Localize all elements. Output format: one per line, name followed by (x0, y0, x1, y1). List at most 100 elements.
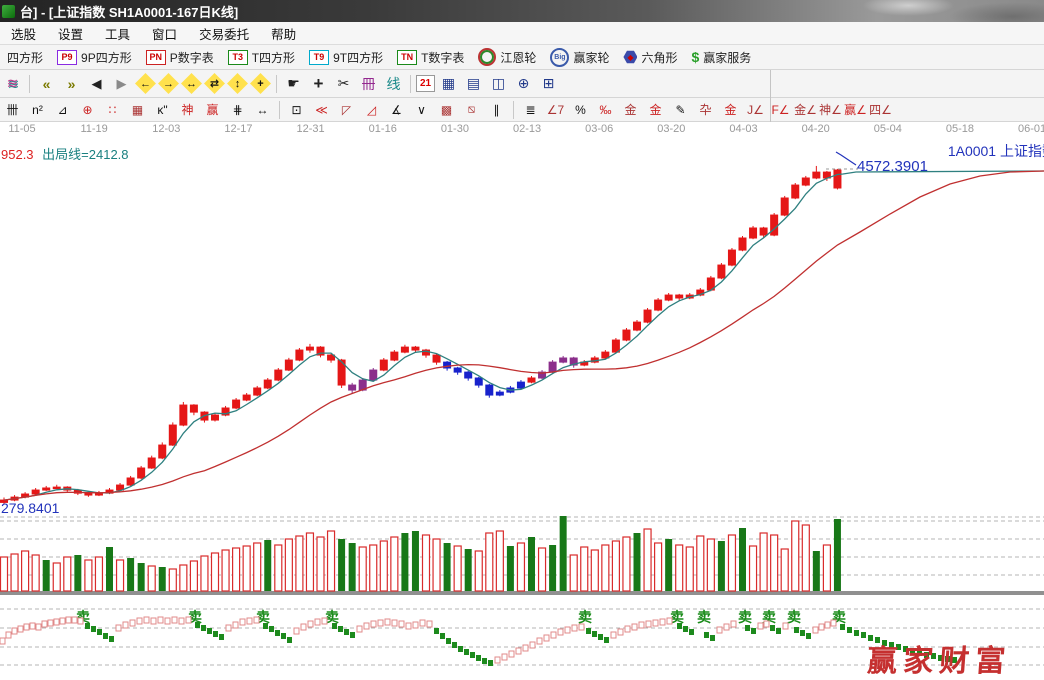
gann-fan-tool[interactable]: ≪ (309, 101, 334, 119)
ying-lines-tool[interactable]: 赢 (200, 101, 225, 119)
9p-square-button[interactable]: P99P四方形 (50, 45, 139, 69)
brush-tool[interactable]: ✎ (668, 101, 693, 119)
kline-plot[interactable]: 卖卖卖卖卖卖卖卖卖卖卖 (0, 138, 1044, 680)
menu-stock-picking[interactable]: 选股 (0, 22, 47, 44)
wave-mark (42, 621, 47, 627)
sell-signal-label: 卖 (738, 609, 752, 625)
trend-line-tool-button[interactable]: 线 (382, 74, 405, 94)
expand-h-button[interactable]: ↔ (181, 73, 202, 94)
square-chart-button[interactable]: 四方形 (0, 45, 50, 69)
wave-mark (123, 622, 128, 628)
winner-service-button[interactable]: $赢家服务 (684, 45, 758, 69)
volume-bar (813, 551, 820, 591)
gold-lines-tool[interactable]: 金 (643, 101, 668, 119)
grid-dot-tool[interactable]: ▩ (434, 101, 459, 119)
prev-bar-button[interactable]: ◀ (85, 74, 108, 94)
hand-tool-button[interactable]: ☛ (282, 74, 305, 94)
gann-box2-tool[interactable]: 卆 (693, 101, 718, 119)
f-angle-tool[interactable]: F∠ (768, 101, 793, 119)
wave-mark (495, 657, 500, 663)
compress-h-button[interactable]: ⇄ (204, 73, 225, 94)
shen-angle-tool[interactable]: 神∠ (818, 101, 843, 119)
percent-tool[interactable]: % (568, 101, 593, 119)
wave-mark (263, 623, 268, 629)
chart-lines-icon[interactable]: ≋ (1, 74, 24, 94)
calculator-button[interactable]: ▦ (437, 74, 460, 94)
menu-help[interactable]: 帮助 (260, 22, 307, 44)
gold-angle-tool[interactable]: 金∠ (793, 101, 818, 119)
t-number-table-button[interactable]: TNT数字表 (390, 45, 471, 69)
k-mark-tool[interactable]: ĸ" (150, 101, 175, 119)
print-button[interactable]: ⊞ (537, 74, 560, 94)
fan-fill-tool[interactable]: ◿ (359, 101, 384, 119)
calendar-button[interactable]: 21 (416, 75, 435, 92)
next-bar-button[interactable]: ▶ (110, 74, 133, 94)
parallel-lines-tool[interactable]: ∥ (484, 101, 509, 119)
p-number-table-button[interactable]: PNP数字表 (139, 45, 221, 69)
zigzag-tool[interactable]: ∨ (409, 101, 434, 119)
wave-mark (371, 621, 376, 627)
hexagon-button[interactable]: ◆六角形 (616, 45, 684, 69)
wave-mark (717, 627, 722, 633)
comb-tool[interactable]: 卌 (0, 101, 25, 119)
shift-right-button[interactable]: → (158, 73, 179, 94)
wave-mark (516, 648, 521, 654)
wave-mark (332, 623, 337, 629)
wave-mark (294, 628, 299, 634)
gold-underline-tool[interactable]: 金 (718, 101, 743, 119)
scale-list-tool[interactable]: ≣ (518, 101, 543, 119)
toolbar-separator (29, 75, 30, 93)
box-grid-tool[interactable]: ▦ (125, 101, 150, 119)
zoom-all-button[interactable]: + (250, 73, 271, 94)
candle-body (802, 178, 809, 185)
gann-circle-tool[interactable]: ⊕ (75, 101, 100, 119)
shen-lines-tool[interactable]: 神 (175, 101, 200, 119)
gann-pattern-tool-button[interactable]: 冊 (357, 74, 380, 94)
date-axis: 11-0511-1912-0312-1712-3101-1601-3002-13… (0, 122, 1044, 139)
menu-tools[interactable]: 工具 (94, 22, 141, 44)
wave-mark (502, 654, 507, 660)
wave-mark (179, 618, 184, 624)
first-bar-button[interactable]: « (35, 74, 58, 94)
last-bar-button[interactable]: » (60, 74, 83, 94)
wave-mark (6, 632, 11, 638)
t-square-button[interactable]: T3T四方形 (221, 45, 302, 69)
winner-service-button-label: 赢家服务 (703, 49, 751, 66)
comb-n2-tool[interactable]: n² (25, 101, 50, 119)
shift-left-button[interactable]: ← (135, 73, 156, 94)
si-angle-tool[interactable]: 四∠ (868, 101, 893, 119)
notes-button[interactable]: ▤ (462, 74, 485, 94)
percent-lines-tool[interactable]: ‰ (593, 101, 618, 119)
rect-box-tool[interactable]: ⊡ (284, 101, 309, 119)
crosshair-tool-button[interactable]: + (307, 74, 330, 94)
grid-diag-tool[interactable]: ⧅ (459, 101, 484, 119)
wave-mark (406, 623, 411, 629)
gann-wheel-button[interactable]: 江恩轮 (471, 45, 543, 69)
menu-window[interactable]: 窗口 (141, 22, 188, 44)
symbol-name-label: 1A0001 上证指数 (948, 141, 1044, 161)
chart-area[interactable]: 卖卖卖卖卖卖卖卖卖卖卖 952.3 出局线=2412.8 1A0001 上证指数… (0, 138, 1044, 680)
expand-v-button[interactable]: ↕ (227, 73, 248, 94)
ying-angle-tool[interactable]: 赢∠ (843, 101, 868, 119)
angle-ruler-tool[interactable]: ⊿ (50, 101, 75, 119)
network-button[interactable]: ⊕ (512, 74, 535, 94)
trend-fan-tool[interactable]: ∡ (384, 101, 409, 119)
angle-7-tool[interactable]: ∠7 (543, 101, 568, 119)
ruler-123-tool[interactable]: ⋕ (225, 101, 250, 119)
9t-square-button[interactable]: T99T四方形 (302, 45, 390, 69)
measure-cut-tool-button[interactable]: ✂ (332, 74, 355, 94)
menu-settings[interactable]: 设置 (47, 22, 94, 44)
menu-trade-order[interactable]: 交易委托 (188, 22, 260, 44)
save-button[interactable]: ◫ (487, 74, 510, 94)
wave-mark (783, 623, 788, 629)
hexagon-button-icon: ◆ (623, 50, 637, 64)
j-angle-tool[interactable]: J∠ (743, 101, 768, 119)
winner-wheel-button-icon: Big (550, 48, 569, 67)
span-arrow-tool[interactable]: ↔ (250, 101, 275, 119)
fan-box-tool[interactable]: ◸ (334, 101, 359, 119)
candle-body (148, 458, 155, 468)
gold-circle-tool[interactable]: 金 (618, 101, 643, 119)
menu-bar: 选股设置工具窗口交易委托帮助 (0, 22, 1044, 45)
dot-grid-tool[interactable]: ∷ (100, 101, 125, 119)
winner-wheel-button[interactable]: Big赢家轮 (543, 45, 616, 69)
